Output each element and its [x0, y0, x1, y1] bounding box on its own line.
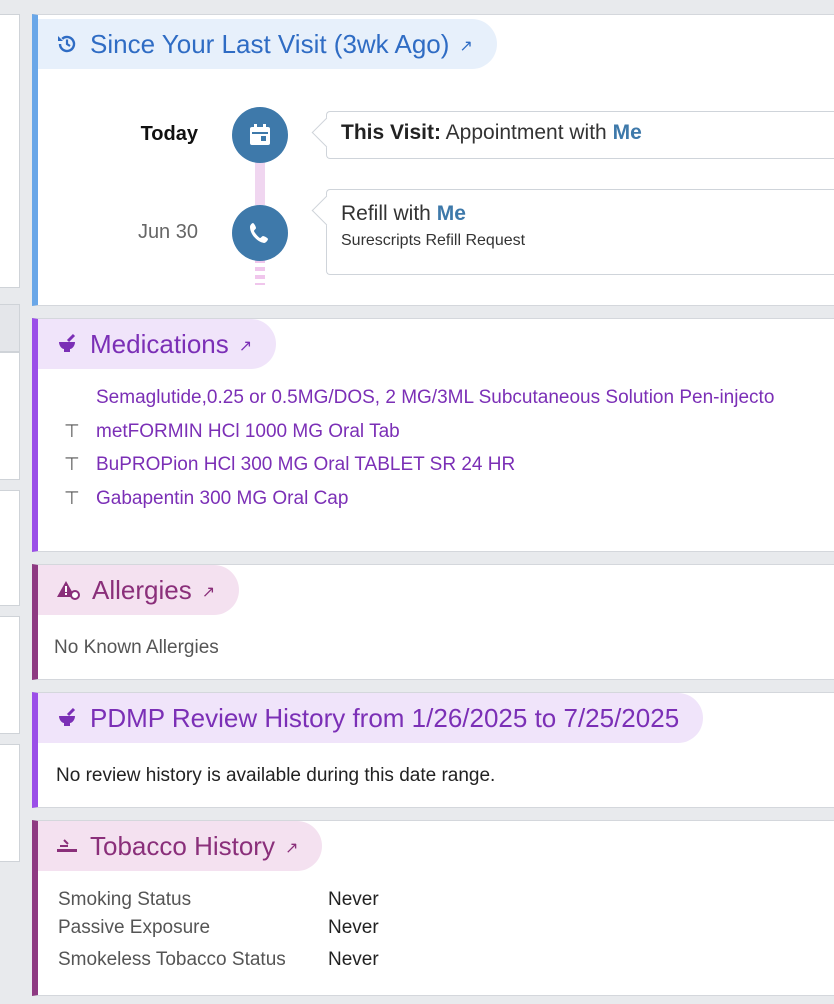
- external-link-icon[interactable]: ↗: [285, 838, 298, 858]
- medication-item[interactable]: metFORMIN HCl 1000 MG Oral Tab: [96, 421, 400, 443]
- medications-card: Medications ↗ Semaglutide,0.25 or 0.5MG/…: [32, 318, 834, 552]
- cigarette-icon: [56, 835, 78, 857]
- mortar-pestle-icon: [56, 333, 78, 355]
- medications-header[interactable]: Medications ↗: [38, 319, 277, 369]
- medications-title: Medications: [90, 328, 229, 359]
- allergies-header[interactable]: Allergies ↗: [38, 565, 240, 615]
- calendar-icon: [232, 107, 288, 163]
- event-provider-link[interactable]: Me: [613, 121, 642, 144]
- left-panel-4: [0, 616, 20, 734]
- tobacco-row-value: Never: [328, 917, 379, 938]
- event-prefix: This Visit:: [341, 121, 441, 144]
- since-last-visit-header[interactable]: Since Your Last Visit (3wk Ago) ↗: [38, 19, 497, 69]
- timeline-event-refill[interactable]: Refill with Me Surescripts Refill Reques…: [326, 189, 834, 275]
- tobacco-row-label: Smokeless Tobacco Status: [58, 949, 286, 970]
- event-subtitle: Surescripts Refill Request: [341, 232, 526, 249]
- left-column-partial: [0, 0, 22, 1004]
- allergies-card: Allergies ↗ No Known Allergies: [32, 564, 834, 680]
- timeline-continuation: [255, 259, 265, 285]
- pdmp-title: PDMP Review History from 1/26/2025 to 7/…: [90, 702, 680, 733]
- left-panel-5: [0, 744, 20, 862]
- pin-icon[interactable]: ⊤: [64, 488, 80, 509]
- pdmp-header[interactable]: PDMP Review History from 1/26/2025 to 7/…: [38, 693, 704, 743]
- since-last-visit-title: Since Your Last Visit (3wk Ago): [90, 28, 450, 59]
- medication-item[interactable]: BuPROPion HCl 300 MG Oral TABLET SR 24 H…: [96, 454, 515, 476]
- event-title: Refill with: [341, 202, 437, 225]
- pdmp-card: PDMP Review History from 1/26/2025 to 7/…: [32, 692, 834, 808]
- event-provider-link[interactable]: Me: [437, 202, 466, 225]
- allergies-status: No Known Allergies: [54, 637, 219, 658]
- external-link-icon[interactable]: ↗: [459, 36, 472, 56]
- tobacco-row-value: Never: [328, 949, 379, 970]
- left-panel-2-header: [0, 304, 20, 352]
- tobacco-row-value: Never: [328, 889, 379, 910]
- pin-icon[interactable]: ⊤: [64, 421, 80, 442]
- history-icon: [56, 33, 78, 55]
- external-link-icon[interactable]: ↗: [239, 336, 252, 356]
- tobacco-history-title: Tobacco History: [90, 830, 275, 861]
- phone-icon: [232, 205, 288, 261]
- pin-icon[interactable]: ⊤: [64, 454, 80, 475]
- timeline-date-jun30: Jun 30: [137, 221, 198, 243]
- allergy-icon: [56, 579, 80, 601]
- allergies-title: Allergies: [92, 574, 192, 605]
- timeline-date-today: Today: [140, 123, 198, 145]
- timeline-event-this-visit[interactable]: This Visit: Appointment with Me: [326, 111, 834, 159]
- left-panel-3: [0, 490, 20, 606]
- tobacco-row-label: Passive Exposure: [58, 917, 211, 938]
- event-title: Appointment with: [440, 121, 613, 144]
- medication-item[interactable]: Semaglutide,0.25 or 0.5MG/DOS, 2 MG/3ML …: [96, 387, 774, 409]
- left-panel-1: [0, 14, 20, 288]
- tobacco-history-card: Tobacco History ↗ Smoking Status Never P…: [32, 820, 834, 996]
- tobacco-row-label: Smoking Status: [58, 889, 192, 910]
- medication-item[interactable]: Gabapentin 300 MG Oral Cap: [96, 488, 348, 510]
- left-panel-2: [0, 352, 20, 480]
- tobacco-history-header[interactable]: Tobacco History ↗: [38, 821, 323, 871]
- pdmp-status: No review history is available during th…: [56, 765, 496, 786]
- external-link-icon[interactable]: ↗: [202, 582, 215, 602]
- mortar-pestle-icon: [56, 707, 78, 729]
- since-last-visit-card: Since Your Last Visit (3wk Ago) ↗ Today …: [32, 14, 834, 306]
